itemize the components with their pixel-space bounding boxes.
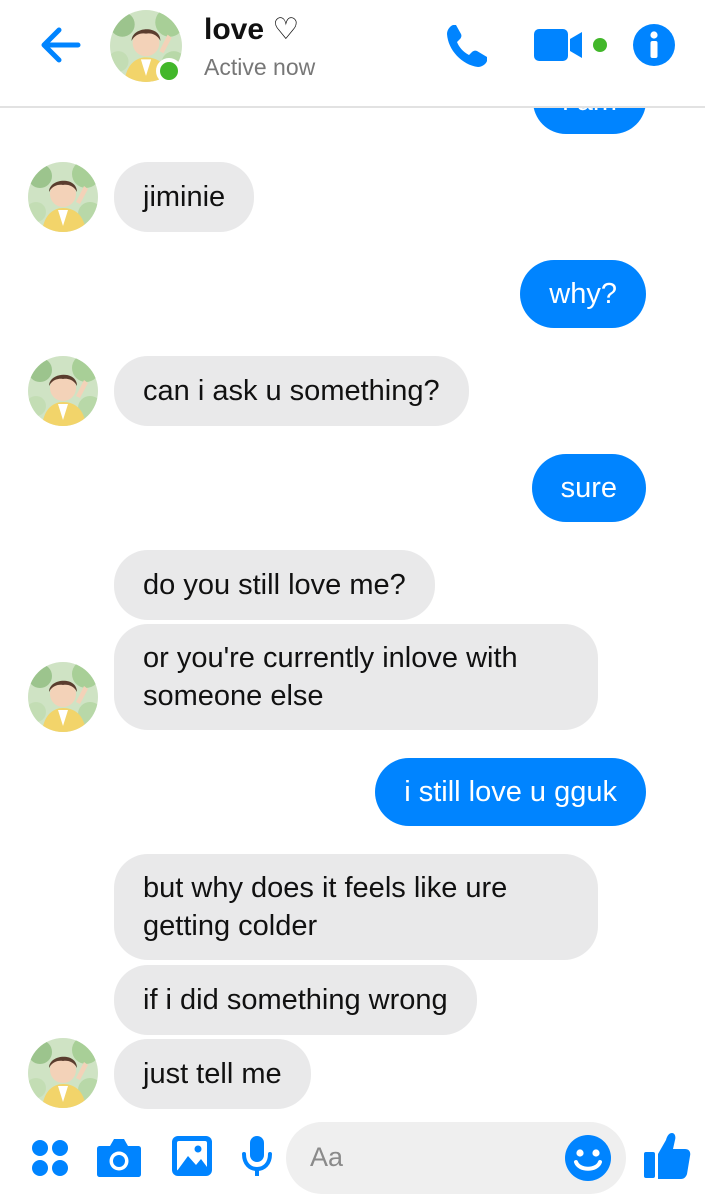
info-icon — [633, 24, 675, 66]
message-composer: Aa — [0, 1120, 705, 1200]
message-bubble-incoming[interactable]: or you're currently inlove with someone … — [114, 624, 598, 730]
contact-status: Active now — [204, 54, 316, 80]
message-bubble-incoming[interactable]: but why does it feels like ure getting c… — [114, 854, 598, 960]
message-thread[interactable]: i am jiminie why? can i ask u something?… — [0, 108, 705, 1120]
message-bubble-outgoing[interactable]: why? — [520, 260, 646, 328]
conversation-header: love ♡ Active now — [0, 0, 705, 108]
message-text: but why does it feels like ure getting c… — [143, 872, 508, 942]
video-camera-icon — [534, 29, 607, 61]
message-bubble-outgoing[interactable]: i still love u gguk — [375, 758, 646, 826]
message-text: or you're currently inlove with someone … — [143, 642, 518, 712]
emoji-button[interactable] — [564, 1134, 612, 1182]
camera-icon — [97, 1139, 141, 1177]
sender-avatar[interactable] — [28, 356, 98, 426]
online-status-dot — [156, 58, 182, 84]
message-bubble-outgoing[interactable]: sure — [531, 454, 646, 522]
message-bubble-incoming[interactable]: just tell me — [114, 1039, 311, 1109]
message-input[interactable]: Aa — [286, 1122, 626, 1194]
thumbs-up-icon — [644, 1133, 691, 1179]
message-bubble-incoming[interactable]: jiminie — [114, 162, 255, 232]
video-call-button[interactable] — [534, 27, 610, 68]
back-arrow-icon — [41, 27, 81, 63]
voice-message-button[interactable] — [240, 1134, 274, 1185]
contact-name[interactable]: love ♡ — [204, 12, 299, 47]
message-bubble-incoming[interactable]: can i ask u something? — [114, 356, 469, 426]
message-input-placeholder: Aa — [310, 1142, 344, 1172]
message-text: why? — [549, 278, 617, 310]
gallery-icon — [172, 1136, 212, 1176]
message-text: just tell me — [143, 1058, 282, 1090]
apps-button[interactable] — [30, 1138, 70, 1183]
message-text: can i ask u something? — [143, 375, 440, 407]
sender-avatar[interactable] — [28, 162, 98, 232]
message-bubble-incoming[interactable]: do you still love me? — [114, 550, 435, 620]
message-text: if i did something wrong — [143, 984, 448, 1016]
message-text: do you still love me? — [143, 569, 406, 601]
message-text: i still love u gguk — [404, 776, 617, 808]
message-bubble-incoming[interactable]: if i did something wrong — [114, 965, 477, 1035]
message-bubble-outgoing[interactable]: i am — [533, 108, 646, 134]
back-button[interactable] — [38, 22, 84, 68]
message-text: jiminie — [143, 181, 226, 213]
call-button[interactable] — [444, 22, 490, 75]
microphone-icon — [242, 1136, 272, 1176]
gallery-button[interactable] — [170, 1134, 214, 1183]
message-text: sure — [560, 472, 617, 504]
camera-button[interactable] — [96, 1136, 142, 1183]
emoji-icon — [565, 1135, 611, 1181]
message-text: i am — [562, 108, 617, 120]
like-button[interactable] — [642, 1130, 692, 1187]
conversation-info-button[interactable] — [632, 23, 676, 72]
apps-grid-icon — [32, 1140, 68, 1176]
phone-icon — [447, 25, 487, 67]
sender-avatar[interactable] — [28, 662, 98, 732]
sender-avatar[interactable] — [28, 1038, 98, 1108]
